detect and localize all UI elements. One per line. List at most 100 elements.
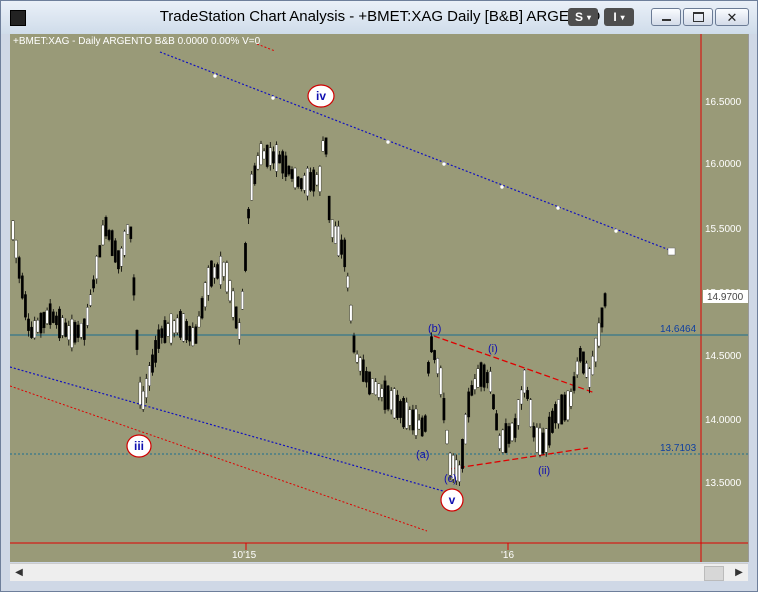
price-bar — [64, 322, 68, 337]
price-bar — [259, 143, 263, 165]
price-bar — [516, 399, 520, 426]
price-bar — [303, 175, 306, 191]
chart-header: +BMET:XAG - Daily ARGENTO B&B 0.0000 0.0… — [13, 36, 261, 47]
price-bar — [287, 165, 291, 175]
price-bar — [132, 277, 136, 296]
price-bar — [206, 267, 210, 296]
price-bar — [377, 383, 381, 398]
price-bar — [529, 399, 533, 427]
price-bar — [30, 326, 33, 338]
price-bar — [58, 308, 61, 339]
price-bar — [396, 394, 399, 418]
price-bar — [513, 418, 517, 438]
scrollbar-thumb[interactable] — [704, 566, 724, 581]
close-icon: ✕ — [726, 9, 738, 25]
minimize-button[interactable] — [651, 8, 681, 26]
price-bar — [439, 367, 443, 395]
price-bar — [154, 340, 157, 363]
price-bar — [489, 371, 492, 392]
price-bar — [296, 176, 300, 187]
price-bar — [532, 426, 536, 438]
price-bar — [600, 307, 604, 328]
channel-point — [614, 229, 618, 233]
price-bar — [272, 151, 275, 164]
wave-i-label: (i) — [488, 343, 498, 355]
price-bar — [405, 402, 409, 429]
minimize-icon — [661, 18, 671, 21]
price-bar — [262, 150, 266, 160]
last-price-label: 14.9700 — [707, 292, 744, 303]
scroll-left-icon[interactable]: ◀ — [12, 566, 26, 579]
price-bar — [420, 417, 424, 437]
price-bar — [588, 368, 591, 388]
price-bar — [572, 376, 576, 391]
channel-point — [556, 206, 560, 210]
scroll-right-icon[interactable]: ▶ — [732, 566, 746, 579]
chart-area[interactable]: +BMET:XAG - Daily ARGENTO B&B 0.0000 0.0… — [9, 34, 749, 562]
price-bar — [11, 220, 15, 240]
title-bar[interactable]: TradeStation Chart Analysis - +BMET:XAG … — [1, 1, 757, 34]
price-bar — [482, 364, 486, 388]
price-chart[interactable]: +BMET:XAG - Daily ARGENTO B&B 0.0000 0.0… — [9, 34, 748, 562]
date-label: '16 — [501, 550, 514, 561]
price-bar — [45, 310, 49, 324]
price-bar — [318, 166, 322, 192]
price-bar — [175, 317, 179, 333]
price-bar — [340, 239, 343, 255]
price-bar — [148, 365, 151, 386]
price-bar — [299, 178, 303, 190]
i-dropdown-button[interactable]: I ▾ — [604, 8, 634, 26]
close-button[interactable]: ✕ — [715, 8, 749, 26]
price-bar — [569, 391, 573, 407]
price-bar — [144, 378, 148, 398]
price-bar — [578, 348, 582, 362]
price-bar — [504, 423, 508, 453]
price-bar — [538, 427, 542, 456]
price-bar — [461, 439, 464, 469]
price-bar — [547, 416, 551, 446]
price-bar — [253, 165, 257, 185]
price-bar — [179, 311, 182, 338]
price-bar — [309, 172, 312, 191]
wave-a-label: (a) — [416, 449, 429, 461]
price-bar — [507, 426, 511, 444]
maximize-button[interactable] — [683, 8, 713, 26]
price-bar — [476, 368, 480, 388]
price-bar — [36, 320, 40, 333]
price-bar — [371, 378, 374, 394]
price-bar — [402, 398, 405, 428]
s-dropdown-button[interactable]: S ▾ — [568, 8, 598, 26]
price-bar — [141, 391, 145, 410]
price-bar — [535, 427, 539, 453]
price-bar — [86, 307, 89, 326]
channel-point — [500, 185, 504, 189]
channel-end-marker[interactable] — [667, 247, 676, 256]
price-bar — [448, 452, 452, 476]
price-bar — [182, 313, 185, 342]
price-bar — [492, 394, 495, 410]
wedge-lower-line — [449, 447, 589, 470]
price-bar — [433, 350, 436, 361]
price-bar — [436, 358, 440, 374]
price-bar — [213, 266, 216, 279]
wave-ii-label: (ii) — [538, 465, 550, 477]
price-bar — [306, 168, 309, 197]
price-bar — [151, 354, 154, 373]
price-bar — [321, 140, 325, 152]
price-bar — [197, 316, 201, 328]
price-bar — [458, 464, 461, 482]
price-bar — [591, 356, 595, 375]
price-bar — [228, 280, 232, 301]
price-bar — [231, 290, 235, 318]
price-bar — [315, 174, 319, 186]
wave-iii-label: iii — [134, 439, 144, 453]
horizontal-scrollbar[interactable]: ◀ ▶ — [10, 563, 748, 581]
price-bar — [582, 351, 585, 374]
price-bar — [485, 372, 489, 384]
maximize-icon — [692, 12, 704, 22]
price-bar — [585, 363, 588, 378]
price-bar — [92, 279, 95, 289]
price-bar — [442, 397, 446, 421]
price-bar — [284, 155, 288, 177]
price-bar — [98, 245, 102, 258]
